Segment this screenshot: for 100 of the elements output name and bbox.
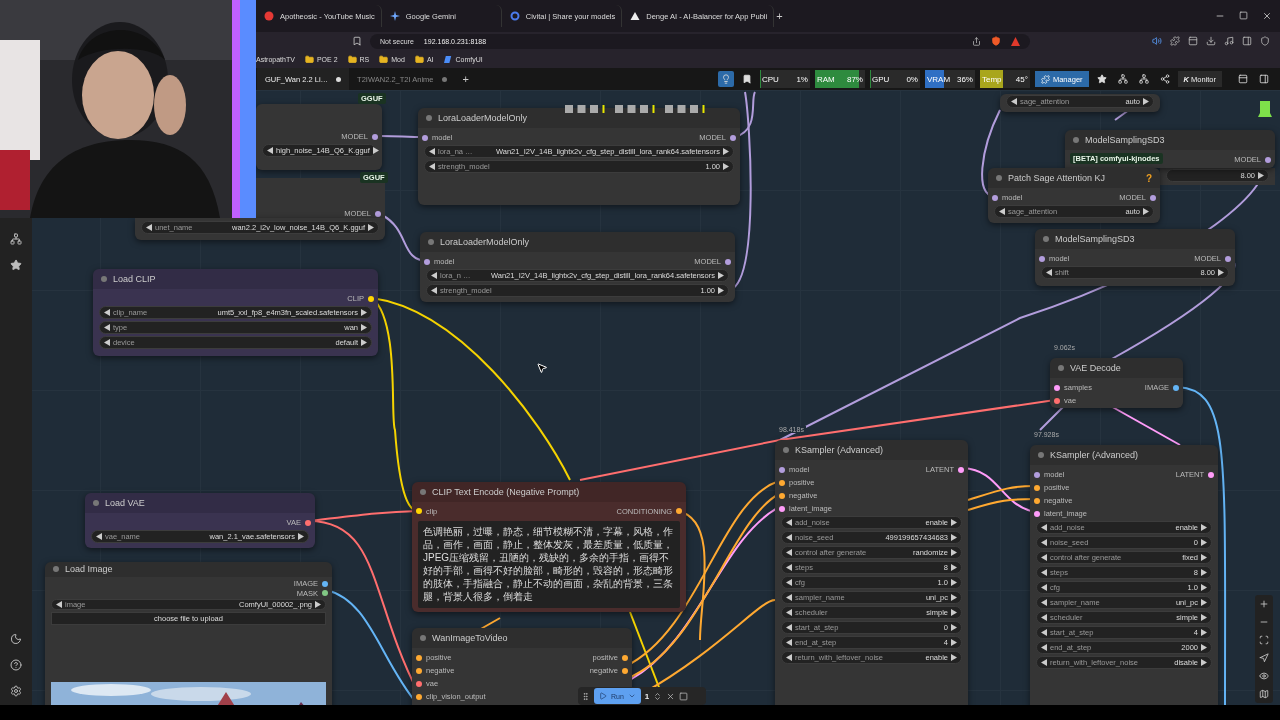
- left-arrow-icon[interactable]: [1046, 269, 1052, 276]
- left-arrow-icon[interactable]: [1041, 584, 1047, 591]
- node-header[interactable]: Load CLIP: [93, 269, 378, 289]
- eye-icon[interactable]: [1259, 671, 1269, 681]
- input-dot[interactable]: [1034, 497, 1040, 504]
- settings-icon[interactable]: [10, 685, 22, 697]
- left-arrow-icon[interactable]: [786, 534, 792, 541]
- help-mark[interactable]: ?: [1145, 172, 1152, 184]
- left-arrow-icon[interactable]: [786, 519, 792, 526]
- left-arrow-icon[interactable]: [431, 272, 437, 279]
- right-arrow-icon[interactable]: [951, 639, 957, 646]
- left-arrow-icon[interactable]: [1041, 629, 1047, 636]
- left-arrow-icon[interactable]: [267, 147, 273, 154]
- node-header[interactable]: Load Image: [45, 562, 332, 577]
- right-arrow-icon[interactable]: [361, 324, 367, 331]
- right-arrow-icon[interactable]: [1201, 584, 1207, 591]
- node-dot-icon[interactable]: [1073, 137, 1079, 143]
- input-dot[interactable]: [1034, 471, 1040, 478]
- input-dot[interactable]: [1054, 397, 1060, 404]
- input-dot[interactable]: [424, 258, 430, 265]
- right-arrow-icon[interactable]: [951, 579, 957, 586]
- star-icon[interactable]: [10, 259, 22, 271]
- right-arrow-icon[interactable]: [723, 148, 729, 155]
- left-arrow-icon[interactable]: [786, 549, 792, 556]
- right-arrow-icon[interactable]: [1201, 554, 1207, 561]
- left-arrow-icon[interactable]: [1041, 569, 1047, 576]
- node-dot-icon[interactable]: [53, 566, 59, 573]
- left-arrow-icon[interactable]: [786, 639, 792, 646]
- right-arrow-icon[interactable]: [368, 224, 374, 231]
- right-arrow-icon[interactable]: [951, 519, 957, 526]
- maximize-icon[interactable]: [1239, 11, 1248, 20]
- right-arrow-icon[interactable]: [298, 533, 304, 540]
- node-header[interactable]: WanImageToVideo: [412, 628, 632, 648]
- input-dot[interactable]: [779, 466, 785, 473]
- close-icon[interactable]: [1262, 11, 1272, 21]
- output-dot[interactable]: [1225, 255, 1231, 262]
- input-dot[interactable]: [779, 492, 785, 499]
- input-dot[interactable]: [416, 693, 422, 700]
- input-dot[interactable]: [992, 194, 998, 201]
- right-arrow-icon[interactable]: [361, 309, 367, 316]
- node-header[interactable]: KSampler (Advanced): [775, 440, 968, 460]
- left-arrow-icon[interactable]: [1041, 539, 1047, 546]
- left-arrow-icon[interactable]: [786, 579, 792, 586]
- right-arrow-icon[interactable]: [951, 609, 957, 616]
- output-dot[interactable]: [305, 519, 311, 526]
- left-arrow-icon[interactable]: [431, 287, 437, 294]
- node-dot-icon[interactable]: [1058, 365, 1064, 371]
- left-arrow-icon[interactable]: [786, 594, 792, 601]
- node-dot-icon[interactable]: [428, 239, 434, 245]
- node-dot-icon[interactable]: [1043, 236, 1049, 242]
- left-arrow-icon[interactable]: [429, 148, 435, 155]
- left-arrow-icon[interactable]: [999, 208, 1005, 215]
- stop-icon[interactable]: [679, 691, 689, 701]
- left-arrow-icon[interactable]: [104, 324, 110, 331]
- input-dot[interactable]: [1054, 384, 1060, 391]
- node-dot-icon[interactable]: [996, 175, 1002, 181]
- node-header[interactable]: KSampler (Advanced): [1030, 445, 1218, 465]
- help-icon[interactable]: [10, 659, 22, 671]
- shield-icon[interactable]: [1260, 36, 1270, 46]
- output-dot[interactable]: [1150, 194, 1156, 201]
- drag-handle-icon[interactable]: [581, 691, 590, 701]
- zoom-in-icon[interactable]: [1259, 599, 1269, 609]
- right-arrow-icon[interactable]: [723, 163, 729, 170]
- left-arrow-icon[interactable]: [104, 309, 110, 316]
- pointer-icon[interactable]: [1259, 653, 1269, 663]
- stepper-icon[interactable]: [653, 691, 663, 701]
- output-dot[interactable]: [322, 580, 328, 587]
- left-arrow-icon[interactable]: [1041, 554, 1047, 561]
- left-arrow-icon[interactable]: [1011, 98, 1017, 105]
- bulb-icon[interactable]: [717, 71, 734, 87]
- new-workflow-button[interactable]: +: [462, 73, 469, 85]
- left-arrow-icon[interactable]: [56, 601, 62, 608]
- output-dot[interactable]: [730, 134, 736, 141]
- node-header[interactable]: Load VAE: [85, 493, 315, 513]
- right-arrow-icon[interactable]: [1201, 644, 1207, 651]
- right-arrow-icon[interactable]: [718, 287, 724, 294]
- left-arrow-icon[interactable]: [96, 533, 102, 540]
- sidebar-icon[interactable]: [1242, 36, 1252, 46]
- right-arrow-icon[interactable]: [1201, 599, 1207, 606]
- right-arrow-icon[interactable]: [361, 339, 367, 346]
- node-header[interactable]: LoraLoaderModelOnly: [418, 108, 740, 128]
- workflow-icon[interactable]: [10, 233, 22, 245]
- bookmark-icon[interactable]: [352, 36, 362, 46]
- left-arrow-icon[interactable]: [1041, 659, 1047, 666]
- node-dot-icon[interactable]: [426, 115, 432, 121]
- node-header[interactable]: ModelSamplingSD3: [1035, 229, 1235, 249]
- node-header[interactable]: CLIP Text Encode (Negative Prompt): [412, 482, 686, 502]
- input-dot[interactable]: [416, 654, 422, 661]
- left-arrow-icon[interactable]: [786, 624, 792, 631]
- output-dot[interactable]: [725, 258, 731, 265]
- right-arrow-icon[interactable]: [951, 564, 957, 571]
- input-dot[interactable]: [1034, 510, 1040, 517]
- right-arrow-icon[interactable]: [951, 549, 957, 556]
- input-dot[interactable]: [416, 508, 422, 515]
- node-dot-icon[interactable]: [420, 488, 426, 495]
- input-dot[interactable]: [1039, 255, 1045, 262]
- input-dot[interactable]: [1034, 484, 1040, 491]
- left-arrow-icon[interactable]: [1041, 614, 1047, 621]
- right-arrow-icon[interactable]: [951, 594, 957, 601]
- music-icon[interactable]: [1224, 36, 1234, 46]
